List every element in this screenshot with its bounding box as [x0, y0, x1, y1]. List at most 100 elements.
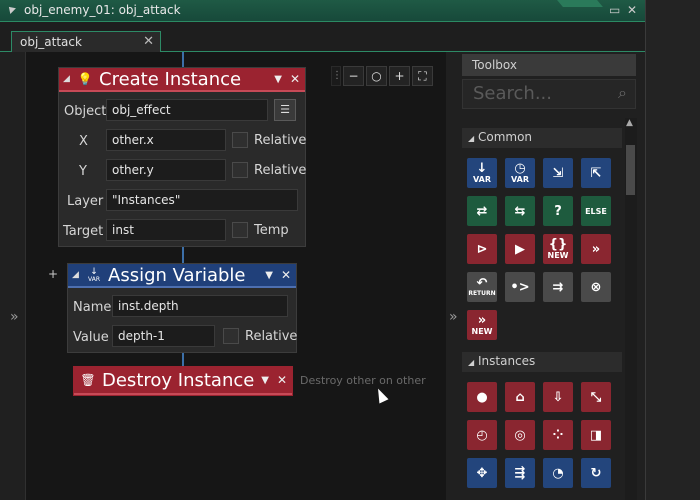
section-instances[interactable]: ◢ Instances [462, 352, 622, 372]
window-title: obj_enemy_01: obj_attack [24, 3, 181, 17]
name-label: Name [73, 300, 112, 315]
tool-instance-count-icon[interactable]: ⁘ [543, 420, 573, 450]
tool-set-global-icon[interactable]: ⇱ [581, 158, 611, 188]
tool-get-instance-icon[interactable]: ◨ [581, 420, 611, 450]
scrollbar-thumb[interactable] [626, 145, 635, 195]
tool-new-struct-icon[interactable]: {} NEW [543, 234, 573, 264]
maximize-icon[interactable]: ▭ [609, 3, 620, 17]
assign-variable-block[interactable]: ◢ ↓VAR Assign Variable ▼ ✕ Name Value Re… [67, 263, 297, 353]
create-instance-block[interactable]: ◢ 💡 Create Instance ▼ ✕ Object ☰ X Relat… [58, 67, 306, 247]
search-input[interactable]: Search... [473, 83, 552, 104]
value-field[interactable] [112, 325, 215, 347]
tab-label: obj_attack [20, 35, 82, 49]
destroy-instance-block[interactable]: 🗑 Destroy Instance ▼ ✕ [73, 366, 293, 396]
tool-alarm-icon[interactable]: ◴ [467, 420, 497, 450]
lightbulb-icon: 💡 [77, 72, 93, 86]
tab-obj-attack[interactable]: obj_attack ✕ [11, 31, 161, 52]
tool-declare-temp-var-icon[interactable]: ↓ VAR [467, 158, 497, 188]
tool-if-var-icon[interactable]: ⇄ [467, 196, 497, 226]
y-label: Y [79, 164, 87, 179]
tool-function-call-icon[interactable]: ⊳ [467, 234, 497, 264]
right-panel-edge [645, 0, 700, 500]
tool-movement-free-icon[interactable]: ✥ [467, 458, 497, 488]
connector-line [182, 352, 184, 366]
collapse-toolbox-icon[interactable]: » [449, 309, 458, 325]
tool-destroy-at-position-icon[interactable]: ⇩ [543, 382, 573, 412]
block-menu-icon[interactable]: ▼ [261, 375, 269, 386]
window-titlebar: obj_enemy_01: obj_attack ▭ ✕ [0, 0, 645, 22]
collapse-block-icon[interactable]: ◢ [72, 270, 86, 280]
tool-else-icon[interactable]: ELSE [581, 196, 611, 226]
tool-execute-code-icon[interactable]: •> [505, 272, 535, 302]
zoom-out-icon[interactable]: − [343, 66, 364, 86]
tool-return-icon[interactable]: ↶ RETURN [467, 272, 497, 302]
connector-line [182, 52, 184, 68]
value-label: Value [73, 330, 109, 345]
fit-screen-icon[interactable]: ⛶ [412, 66, 433, 86]
block-menu-icon[interactable]: ▼ [274, 74, 282, 85]
y-relative-label: Relative [254, 163, 307, 178]
search-icon: ⌕ [618, 83, 627, 102]
zoom-in-icon[interactable]: + [389, 66, 410, 86]
block-comment: Destroy other on other [300, 374, 426, 387]
collapse-icon[interactable] [6, 4, 16, 14]
zoom-reset-icon[interactable]: ○ [366, 66, 387, 86]
tool-assign-var-icon[interactable]: ◷ VAR [505, 158, 535, 188]
block-close-icon[interactable]: ✕ [277, 373, 287, 387]
block-close-icon[interactable]: ✕ [290, 72, 300, 86]
tool-execute-script-icon[interactable]: ▶ [505, 234, 535, 264]
relative-checkbox[interactable] [223, 328, 239, 344]
object-picker-icon[interactable]: ☰ [274, 99, 296, 121]
block-menu-icon[interactable]: ▼ [265, 270, 273, 281]
y-field[interactable] [106, 159, 226, 181]
toolbox-search[interactable]: Search... ⌕ [462, 79, 636, 109]
tool-exit-event-icon[interactable]: ⊗ [581, 272, 611, 302]
tool-change-instance-icon[interactable]: ⤡ [581, 382, 611, 412]
block-header[interactable]: ◢ 💡 Create Instance ▼ ✕ [59, 68, 305, 92]
tool-continue-icon[interactable]: » [581, 234, 611, 264]
temp-checkbox[interactable] [232, 222, 248, 238]
tool-set-speed-icon[interactable]: ↻ [581, 458, 611, 488]
tool-destroy-instance-icon[interactable]: ⌂ [505, 382, 535, 412]
section-common[interactable]: ◢ Common [462, 128, 622, 148]
object-field[interactable] [106, 99, 268, 121]
target-field[interactable] [106, 219, 226, 241]
scroll-up-icon[interactable]: ▲ [626, 118, 633, 128]
grip-icon[interactable]: ⋮ [331, 66, 342, 86]
tool-set-direction-icon[interactable]: ◔ [543, 458, 573, 488]
tool-instance-target-icon[interactable]: ◎ [505, 420, 535, 450]
close-tab-icon[interactable]: ✕ [143, 34, 154, 49]
object-label: Object [64, 104, 107, 119]
layer-label: Layer [67, 194, 104, 209]
tool-new-constructor-icon[interactable]: » NEW [467, 310, 497, 340]
tool-if-undefined-icon[interactable]: ? [543, 196, 573, 226]
block-title: Create Instance [99, 68, 242, 90]
tool-if-expression-icon[interactable]: ⇆ [505, 196, 535, 226]
expand-left-icon[interactable]: » [10, 309, 19, 325]
close-icon[interactable]: ✕ [627, 3, 637, 17]
layer-field[interactable] [106, 189, 298, 211]
add-block-icon[interactable]: + [45, 267, 61, 283]
x-field[interactable] [106, 129, 226, 151]
collapse-section-icon: ◢ [468, 134, 475, 143]
block-header[interactable]: ◢ ↓ VAR Assign Variable ▼ ✕ [68, 264, 296, 288]
tool-get-global-icon[interactable]: ⇲ [543, 158, 573, 188]
x-relative-checkbox[interactable] [232, 132, 248, 148]
y-relative-checkbox[interactable] [232, 162, 248, 178]
tool-create-instance-icon[interactable]: ● [467, 382, 497, 412]
x-relative-label: Relative [254, 133, 307, 148]
connector-line [182, 246, 184, 264]
block-title: Destroy Instance [102, 369, 255, 391]
relative-label: Relative [245, 329, 298, 344]
temp-label: Temp [254, 223, 289, 238]
collapse-block-icon[interactable]: ◢ [63, 74, 77, 84]
tool-switch-icon[interactable]: ⇉ [543, 272, 573, 302]
toolbox-title: Toolbox [462, 54, 636, 76]
block-close-icon[interactable]: ✕ [281, 268, 291, 282]
target-label: Target [63, 224, 104, 239]
collapse-section-icon: ◢ [468, 358, 475, 367]
x-label: X [79, 134, 88, 149]
block-header[interactable]: 🗑 Destroy Instance ▼ ✕ [74, 367, 292, 395]
name-field[interactable] [112, 295, 288, 317]
tool-movement-jump-icon[interactable]: ⇶ [505, 458, 535, 488]
